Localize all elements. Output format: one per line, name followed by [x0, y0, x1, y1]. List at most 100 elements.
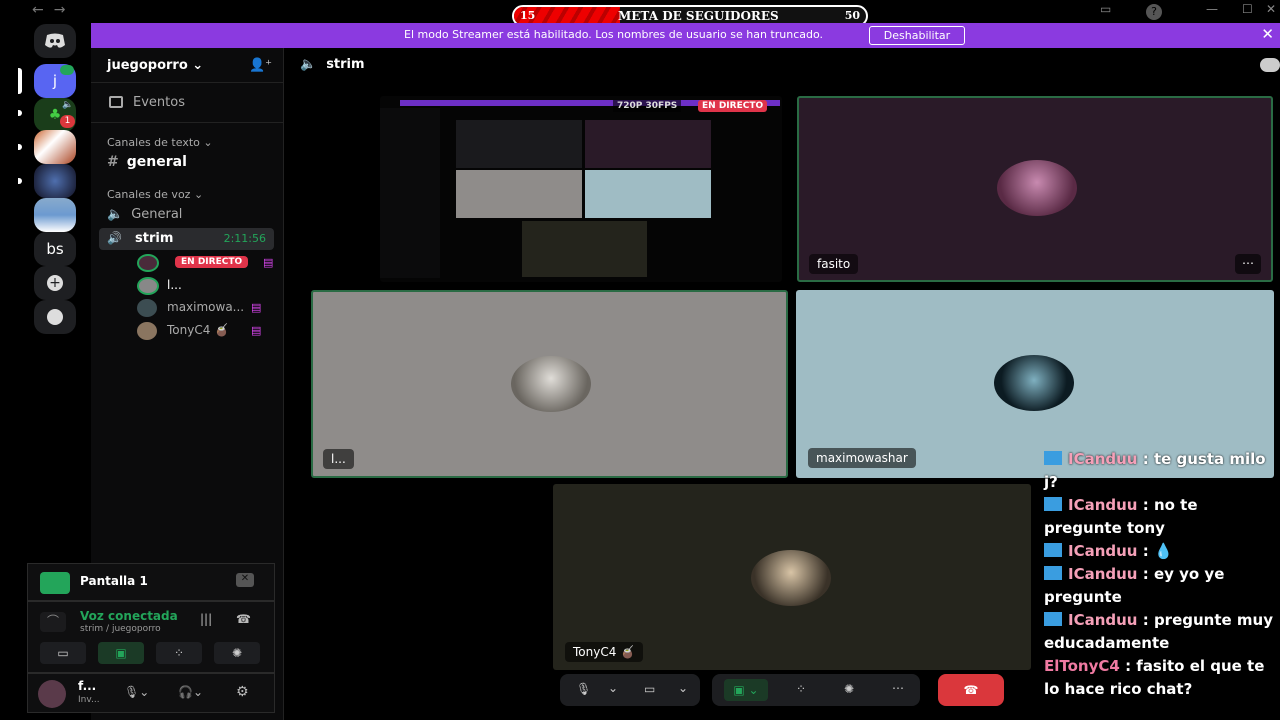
share-screen-icon[interactable]: ▣ [98, 642, 144, 664]
chevron-down-icon: ⌄ [199, 136, 213, 149]
call-activity-group: ▣ ⌄ ⁘ ✺ ⋯ [712, 674, 920, 706]
help-icon[interactable]: ? [1146, 4, 1162, 20]
nested-cam [522, 221, 647, 277]
guild-logo[interactable] [34, 164, 76, 198]
voice-category[interactable]: Canales de voz ⌄ [107, 188, 203, 201]
maximize-icon[interactable]: ☐ [1242, 2, 1253, 16]
goal-title: META DE SEGUIDORES [618, 9, 779, 23]
activities-icon[interactable]: ⁘ [156, 642, 202, 664]
voice-timer: 2:11:56 [223, 232, 266, 245]
voice-status[interactable]: Voz conectada [80, 609, 178, 623]
soundboard-icon[interactable]: ✺ [844, 682, 854, 696]
connection-icon[interactable]: ⌒ [40, 612, 66, 632]
more-options-icon[interactable]: ⋯ [1235, 254, 1261, 274]
disconnect-icon[interactable]: ☎ [236, 612, 251, 626]
chat-badge-icon [1044, 497, 1062, 511]
discord-home-icon[interactable] [34, 24, 76, 58]
banner-message: El modo Streamer está habilitado. Los no… [404, 28, 824, 41]
tile-name: TonyC4 🧉 [565, 642, 644, 662]
stop-share-icon[interactable]: ✕ [236, 573, 254, 587]
camera-off-icon[interactable]: ▭ [40, 642, 86, 664]
user-name[interactable]: f... [78, 679, 96, 693]
discover-icon[interactable] [34, 300, 76, 334]
share-screen-icon[interactable]: ▣ ⌄ [724, 679, 768, 701]
noise-suppression-icon[interactable]: ||| [200, 612, 212, 626]
activities-icon[interactable]: ⁘ [796, 682, 806, 696]
hang-up-button[interactable]: ☎ [938, 674, 1004, 706]
mention-badge: 1 [60, 115, 75, 128]
avatar [751, 550, 831, 606]
guild-bs[interactable]: bs [34, 232, 76, 266]
unread-pill [18, 110, 22, 116]
channel-strim[interactable]: 🔊 strim 2:11:56 [99, 228, 274, 250]
add-server-icon[interactable]: + [34, 266, 76, 300]
camera-tile-fasito[interactable]: fasito ⋯ [797, 96, 1273, 282]
camera-tile-l[interactable]: l... [311, 290, 788, 478]
selected-guild-pill [18, 68, 22, 94]
activity-icon: ▤ [251, 324, 262, 337]
chevron-down-icon[interactable]: ⌄ [608, 681, 618, 695]
settings-gear-icon[interactable]: ⚙ [236, 684, 249, 700]
soundboard-icon[interactable]: ✺ [214, 642, 260, 664]
guild-anime[interactable] [34, 130, 76, 164]
unread-pill [18, 178, 22, 184]
text-category[interactable]: Canales de texto ⌄ [107, 136, 213, 149]
server-name[interactable]: juegoporro ⌄ [107, 58, 203, 73]
calendar-icon [109, 96, 123, 108]
headphones-icon[interactable]: 🎧⌄ [178, 685, 203, 699]
channel-header-title: strim [326, 57, 365, 72]
voice-user-name[interactable]: l... [167, 278, 182, 292]
events-item[interactable]: Eventos [109, 95, 185, 110]
voice-user-name[interactable]: TonyC4 🧉 [167, 323, 229, 337]
live-badge: EN DIRECTO [175, 256, 249, 268]
tile-name: maximowashar [808, 448, 916, 468]
screen-share-label: Pantalla 1 [80, 574, 148, 588]
screen-share-panel: Pantalla 1 ✕ [27, 563, 275, 601]
voice-user-avatar[interactable] [137, 299, 157, 317]
channel-general-text[interactable]: # general [107, 154, 187, 170]
close-banner-icon[interactable]: ✕ [1261, 25, 1274, 43]
voice-user-avatar[interactable] [137, 322, 157, 340]
nav-arrows: ←→ [32, 2, 75, 18]
user-avatar[interactable] [38, 680, 66, 708]
hang-up-icon: ☎ [963, 683, 979, 697]
channel-general-voice[interactable]: 🔈 General [107, 207, 182, 222]
microphone-icon[interactable]: 🎙⌄ [124, 685, 149, 699]
screen-share-indicator-icon [60, 65, 74, 75]
nested-cam [585, 120, 711, 168]
voice-user-name[interactable]: maximowa... [167, 300, 244, 314]
minimize-icon[interactable]: — [1206, 2, 1218, 16]
stream-user-label: 🖵 fasito [380, 254, 389, 275]
voice-user-avatar[interactable] [137, 277, 159, 295]
chat-badge-icon [1044, 566, 1062, 580]
stream-user-name: fasito [380, 257, 381, 271]
inbox-icon[interactable]: ▭ [1100, 2, 1111, 16]
chat-message: ICanduu : te gusta milo j? [1040, 448, 1280, 494]
divider [91, 82, 284, 83]
chat-username: ICanduu [1068, 496, 1138, 514]
server-name-label: juegoporro [107, 58, 188, 73]
camera-tile-tony[interactable]: TonyC4 🧉 [553, 484, 1031, 670]
disable-streamer-button[interactable]: Deshabilitar [869, 26, 965, 45]
invite-icon[interactable]: 👤⁺ [249, 58, 272, 73]
chevron-down-icon[interactable]: ⌄ [678, 681, 688, 695]
forward-arrow-icon[interactable]: → [54, 2, 76, 18]
chat-username: ElTonyC4 [1044, 657, 1120, 675]
guild-j-label: j [52, 72, 58, 90]
guild-photo[interactable] [34, 198, 76, 232]
chat-bubble-icon[interactable] [1260, 58, 1280, 72]
chat-badge-icon [1044, 451, 1062, 465]
camera-off-icon[interactable]: ▭ [644, 682, 655, 696]
close-window-icon[interactable]: ✕ [1266, 2, 1276, 16]
chat-message: ICanduu : pregunte muy educadamente [1040, 609, 1280, 655]
speaker-icon: 🔈 [62, 100, 74, 110]
guild-bs-label: bs [46, 240, 64, 258]
speaker-icon: 🔈 [300, 57, 317, 72]
voice-user-avatar[interactable] [137, 254, 159, 272]
microphone-icon[interactable]: 🎙 [576, 682, 591, 696]
stream-quality: 720P 30FPS [613, 100, 682, 112]
more-options-icon[interactable]: ⋯ [892, 681, 904, 695]
screen-share-tile[interactable]: 720P 30FPS EN DIRECTO 🖵 fasito [380, 96, 782, 282]
avatar [511, 356, 591, 412]
back-arrow-icon[interactable]: ← [32, 2, 54, 18]
